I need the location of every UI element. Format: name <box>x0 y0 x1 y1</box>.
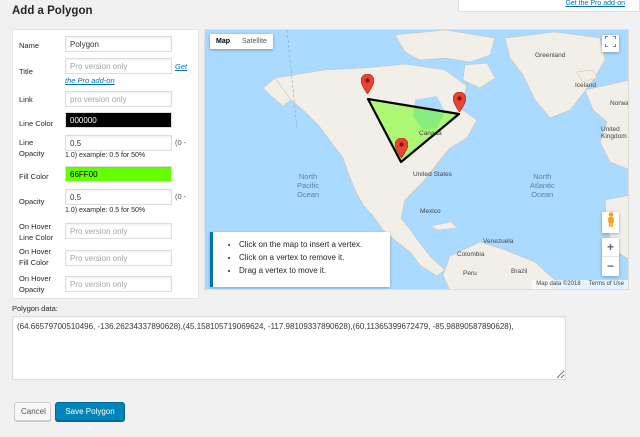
hover-opacity-label-1: On Hover <box>19 274 52 283</box>
hover-fill-label-2: Fill Color <box>19 258 49 267</box>
label-venezuela: Venezuela <box>483 238 514 245</box>
hover-fill-color-input[interactable] <box>65 250 172 266</box>
street-view-button[interactable] <box>602 212 619 233</box>
pro-addon-link[interactable]: the Pro add-on <box>65 76 115 85</box>
hover-opacity-input[interactable] <box>65 276 172 292</box>
zoom-in-button[interactable]: + <box>602 238 619 257</box>
map-type-map[interactable]: Map <box>210 34 236 49</box>
save-polygon-button[interactable]: Save Polygon » <box>55 402 125 433</box>
line-opacity-range: (0 - <box>175 138 187 147</box>
map-footer: Map data ©2018 Terms of Use <box>532 280 628 289</box>
hover-line-label-1: On Hover <box>19 222 52 231</box>
polygon-form: Name Title Get the Pro add-on Link Line … <box>12 29 199 299</box>
instructions-box: Click on the map to insert a vertex. Cli… <box>210 232 390 287</box>
map-type-control: Map Satellite <box>210 34 273 49</box>
label-north-pacific-3: Ocean <box>297 190 320 199</box>
hover-line-label-2: Line Color <box>19 233 54 242</box>
fullscreen-icon <box>604 35 617 48</box>
hover-line-color-input[interactable] <box>65 223 172 239</box>
line-opacity-input[interactable] <box>65 135 172 151</box>
link-input[interactable] <box>65 91 172 107</box>
label-north-pacific-1: North <box>298 172 318 181</box>
label-united-states: United States <box>413 171 453 178</box>
vertex-marker-2[interactable] <box>453 92 466 112</box>
terms-link[interactable]: Terms of Use <box>589 280 624 289</box>
line-opacity-label-2: Opacity <box>19 149 45 158</box>
get-pro-link[interactable]: Get <box>175 62 187 71</box>
vertex-marker-1[interactable] <box>361 74 374 94</box>
label-mexico: Mexico <box>420 208 441 215</box>
label-north-atlantic-3: Ocean <box>531 190 554 199</box>
line-opacity-label-1: Line <box>19 138 34 147</box>
label-greenland: Greenland <box>535 52 566 59</box>
label-iceland: Iceland <box>575 82 596 89</box>
instruction-item: Click on the map to insert a vertex. <box>239 238 390 251</box>
fill-color-label: Fill Color <box>19 172 49 181</box>
map-data-credit: Map data ©2018 <box>536 281 581 287</box>
hover-fill-label-1: On Hover <box>19 247 52 256</box>
title-input[interactable] <box>65 58 172 74</box>
label-north-atlantic-2: Atlantic <box>530 181 555 190</box>
map-canvas[interactable]: Greenland Canada United States Mexico No… <box>204 29 629 290</box>
line-opacity-hint: 1.0) example: 0.5 for 50% <box>65 152 146 159</box>
opacity-range: (0 - <box>175 192 187 201</box>
opacity-label: Opacity <box>19 197 45 206</box>
link-label: Link <box>19 95 33 104</box>
top-notice: Get the Pro add-on <box>458 0 640 12</box>
label-uk: United Kingdom <box>601 126 627 140</box>
label-canada: Canada <box>419 130 442 137</box>
vertex-marker-3[interactable] <box>395 138 408 158</box>
label-peru: Peru <box>463 270 477 277</box>
fullscreen-button[interactable] <box>602 35 619 52</box>
label-norway: Norwa <box>610 100 629 107</box>
pegman-icon <box>607 212 614 227</box>
instruction-item: Click on a vertex to remove it. <box>239 251 390 264</box>
zoom-out-button[interactable]: − <box>602 257 619 276</box>
opacity-input[interactable] <box>65 189 172 205</box>
map-type-satellite[interactable]: Satellite <box>236 34 273 49</box>
label-north-atlantic: North Atlantic Ocean <box>530 172 555 199</box>
top-notice-link[interactable]: Get the Pro add-on <box>565 0 625 7</box>
zoom-control: + − <box>602 238 619 276</box>
name-label: Name <box>19 41 40 50</box>
polygon-data-textarea[interactable]: (64.66579700510496, -136.26234337890628)… <box>12 316 566 380</box>
opacity-hint: 1.0) example: 0.5 for 50% <box>65 207 146 214</box>
label-colombia: Colombia <box>457 251 485 258</box>
page-title: Add a Polygon <box>12 5 93 17</box>
polygon-data-label: Polygon data: <box>12 304 58 313</box>
line-color-input[interactable] <box>65 112 172 128</box>
cancel-button[interactable]: Cancel <box>14 402 51 421</box>
instruction-item: Drag a vertex to move it. <box>239 264 390 277</box>
hover-opacity-label-2: Opacity <box>19 285 45 294</box>
label-north-pacific: North Pacific Ocean <box>297 172 319 199</box>
label-north-atlantic-1: North <box>533 172 552 181</box>
line-color-label: Line Color <box>19 119 54 128</box>
fill-color-input[interactable] <box>65 166 172 182</box>
label-brazil: Brazil <box>511 268 528 275</box>
title-label: Title <box>19 67 33 76</box>
name-input[interactable] <box>65 36 172 52</box>
label-north-pacific-2: Pacific <box>297 181 320 190</box>
